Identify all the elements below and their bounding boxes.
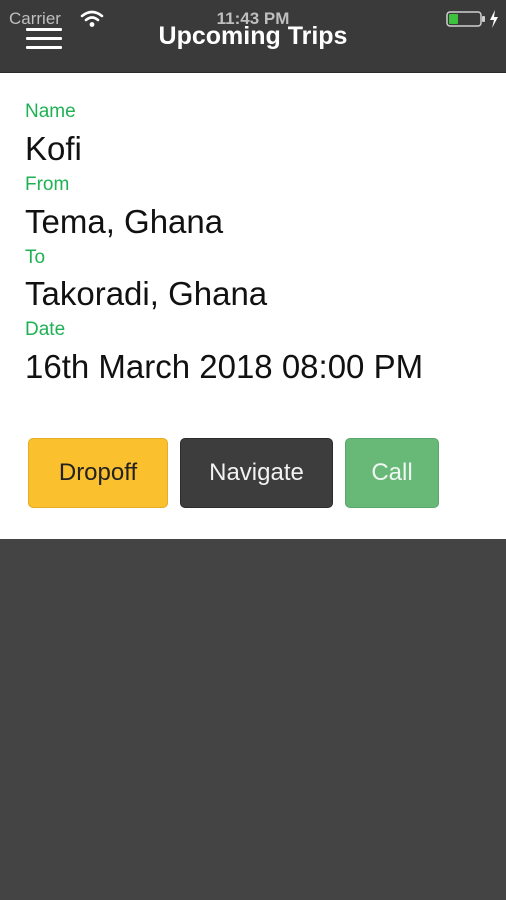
name-value: Kofi (25, 130, 82, 167)
navigate-button[interactable]: Navigate (180, 438, 333, 508)
to-value: Takoradi, Ghana (25, 275, 268, 312)
call-button[interactable]: Call (345, 438, 439, 508)
to-label: To (25, 247, 46, 268)
date-value: 16th March 2018 08:00 PM (25, 348, 424, 385)
name-label: Name (25, 101, 76, 122)
page-title: Upcoming Trips (158, 22, 348, 50)
from-value: Tema, Ghana (25, 203, 224, 240)
date-label: Date (25, 319, 66, 340)
top-bar: Carrier 11:43 PM Upcoming Trips (0, 0, 506, 73)
from-label: From (25, 174, 70, 195)
dropoff-button[interactable]: Dropoff (28, 438, 168, 508)
